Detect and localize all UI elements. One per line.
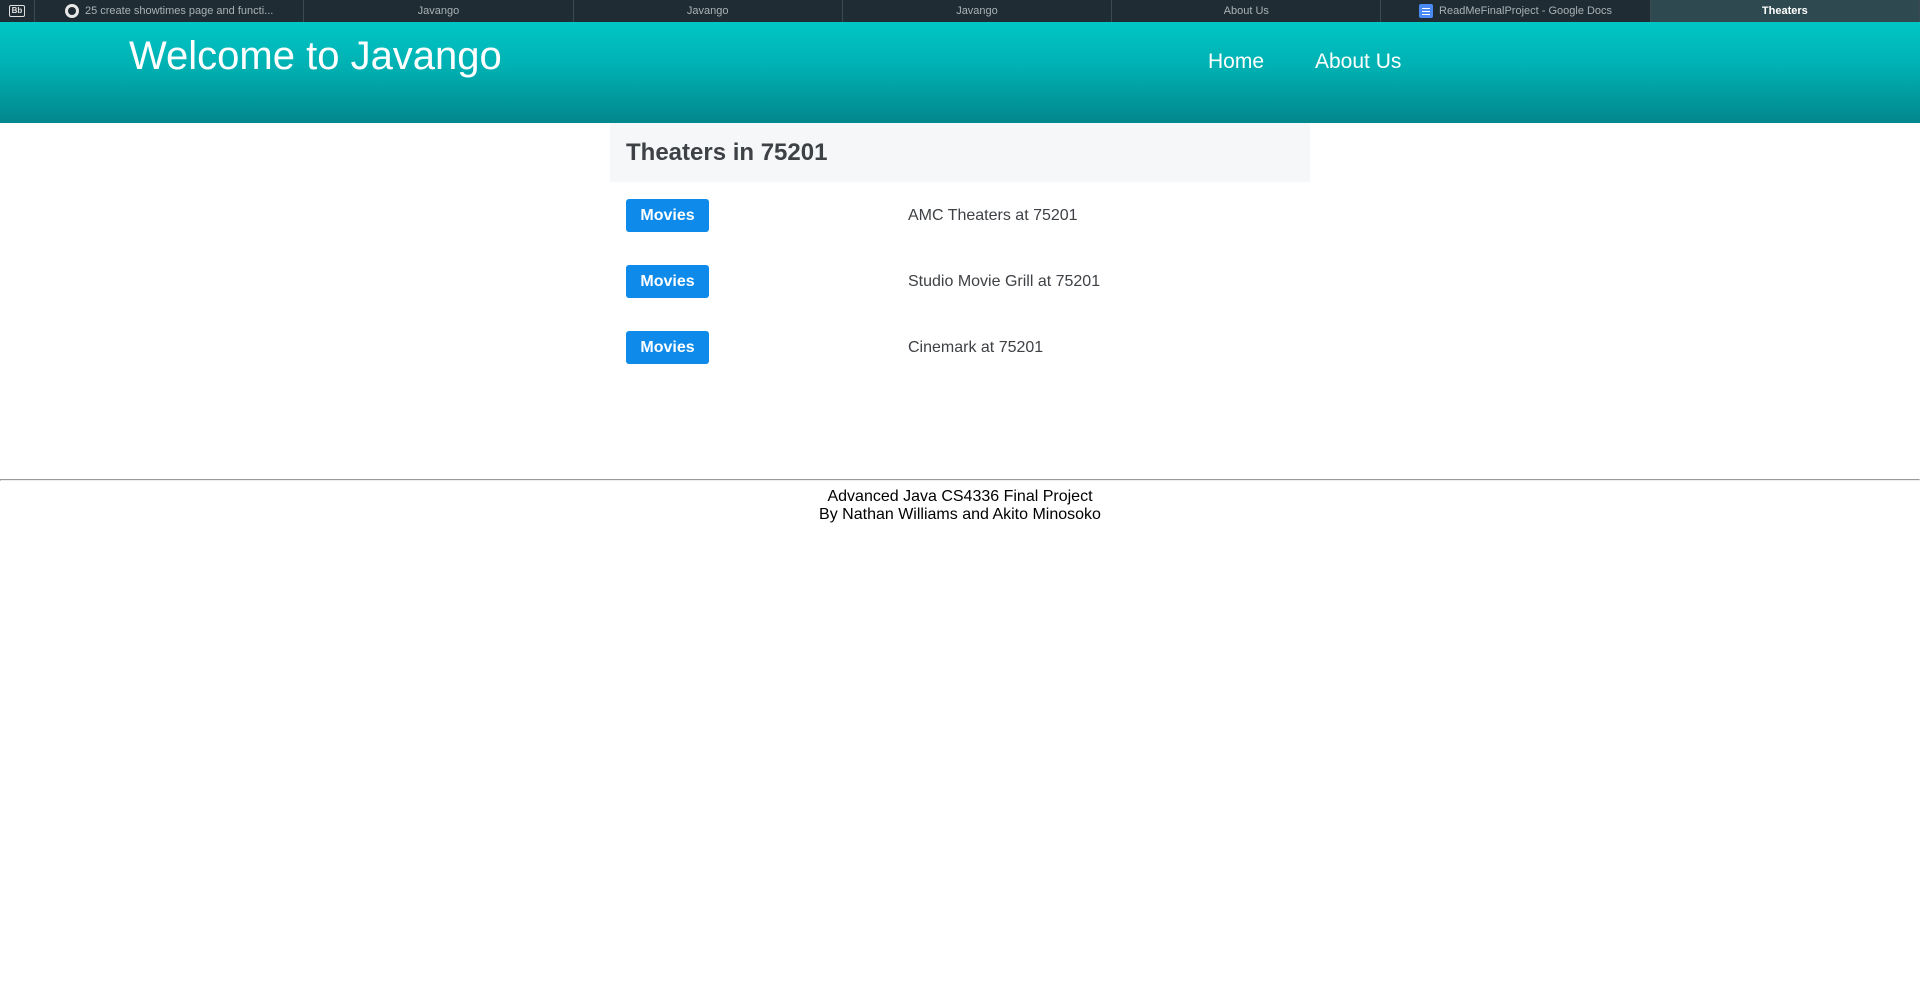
browser-tab-bar: Bb 25 create showtimes page and functi..… bbox=[0, 0, 1920, 22]
google-docs-icon bbox=[1419, 4, 1434, 18]
theater-name: AMC Theaters at 75201 bbox=[908, 206, 1078, 224]
theater-row: Movies AMC Theaters at 75201 bbox=[626, 199, 1306, 232]
footer-authors-line: By Nathan Williams and Akito Minosoko bbox=[819, 506, 1101, 523]
tab-label: Theaters bbox=[1761, 5, 1808, 17]
tab-label: 25 create showtimes page and functi... bbox=[84, 5, 274, 17]
site-title: Welcome to Javango bbox=[129, 34, 502, 78]
tab-label: Javango bbox=[686, 5, 729, 17]
tab-javango-3[interactable]: Javango bbox=[843, 0, 1113, 22]
movies-button[interactable]: Movies bbox=[626, 331, 709, 364]
tab-label: About Us bbox=[1223, 5, 1269, 17]
tab-github-issue[interactable]: 25 create showtimes page and functi... bbox=[35, 0, 305, 22]
tab-theaters[interactable]: Theaters bbox=[1650, 0, 1920, 22]
nav-about-link[interactable]: About Us bbox=[1315, 50, 1401, 74]
tab-javango-2[interactable]: Javango bbox=[574, 0, 843, 22]
blackboard-icon: Bb bbox=[9, 5, 25, 17]
movies-button[interactable]: Movies bbox=[626, 199, 709, 232]
tab-label: ReadMeFinalProject - Google Docs bbox=[1439, 5, 1613, 17]
tab-label: Javango bbox=[417, 5, 460, 17]
site-footer: Advanced Java CS4336 Final Project By Na… bbox=[0, 488, 1920, 524]
tab-about-us[interactable]: About Us bbox=[1112, 0, 1382, 22]
tab-google-docs[interactable]: ReadMeFinalProject - Google Docs bbox=[1381, 0, 1651, 22]
panel-header: Theaters in 75201 bbox=[610, 123, 1310, 182]
github-icon bbox=[64, 4, 79, 18]
tab-label: Javango bbox=[956, 5, 998, 17]
theater-row: Movies Studio Movie Grill at 75201 bbox=[626, 265, 1306, 298]
tab-javango-1[interactable]: Javango bbox=[304, 0, 574, 22]
page-title: Theaters in 75201 bbox=[626, 138, 828, 166]
movies-button[interactable]: Movies bbox=[626, 265, 709, 298]
site-header: Welcome to Javango Home About Us bbox=[0, 22, 1920, 123]
tab-blackboard[interactable]: Bb bbox=[0, 0, 35, 22]
theater-row: Movies Cinemark at 75201 bbox=[626, 331, 1306, 364]
theater-name: Studio Movie Grill at 75201 bbox=[908, 272, 1101, 290]
footer-course-line: Advanced Java CS4336 Final Project bbox=[827, 488, 1093, 505]
nav-home-link[interactable]: Home bbox=[1208, 50, 1264, 74]
theater-name: Cinemark at 75201 bbox=[908, 338, 1044, 356]
theaters-panel: Theaters in 75201 Movies AMC Theaters at… bbox=[610, 123, 1310, 364]
footer-divider bbox=[0, 479, 1920, 481]
